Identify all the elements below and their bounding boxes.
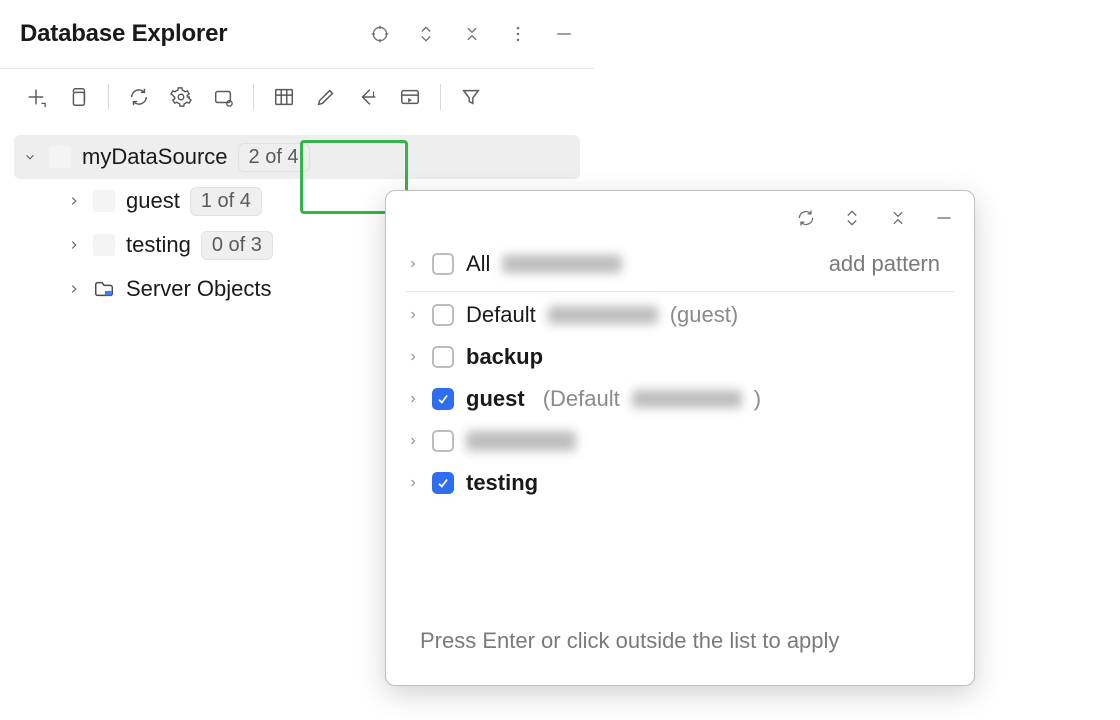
folder-icon [92, 277, 116, 301]
disconnect-icon[interactable] [209, 83, 237, 111]
checkbox[interactable] [432, 430, 454, 452]
chevron-right-icon[interactable] [406, 308, 420, 322]
tree-node-label: guest [126, 188, 180, 214]
separator [406, 291, 954, 292]
chevron-right-icon[interactable] [66, 193, 82, 209]
panel-header: Database Explorer [0, 0, 594, 69]
chevron-right-icon[interactable] [66, 281, 82, 297]
schema-count-badge[interactable]: 2 of 4 [238, 143, 310, 172]
checkbox[interactable] [432, 346, 454, 368]
toolbar-separator [440, 84, 441, 110]
checkbox[interactable] [432, 253, 454, 275]
checkbox[interactable] [432, 304, 454, 326]
popup-row-label: All [466, 251, 490, 277]
chevron-right-icon[interactable] [66, 237, 82, 253]
minimize-icon[interactable] [552, 22, 576, 46]
duplicate-icon[interactable] [64, 83, 92, 111]
popup-row-label: backup [466, 344, 543, 370]
tree-datasource-row[interactable]: myDataSource 2 of 4 [14, 135, 580, 179]
chevron-right-icon[interactable] [406, 257, 420, 271]
chevron-right-icon[interactable] [406, 476, 420, 490]
schema-icon [92, 189, 116, 213]
datasource-icon [48, 145, 72, 169]
settings-icon[interactable] [167, 83, 195, 111]
popup-footer-hint: Press Enter or click outside the list to… [386, 624, 974, 685]
popup-row-label: Default [466, 302, 536, 328]
chevron-right-icon[interactable] [406, 392, 420, 406]
popup-row-backup[interactable]: backup [406, 336, 954, 378]
redacted-text [632, 390, 742, 408]
chevron-down-icon[interactable] [22, 149, 38, 165]
checkbox-checked[interactable] [432, 472, 454, 494]
schema-selection-popup: All add pattern Default (guest) backup g… [385, 190, 975, 686]
minimize-icon[interactable] [932, 206, 956, 230]
schema-count-badge[interactable]: 0 of 3 [201, 231, 273, 260]
popup-row-label: testing [466, 470, 538, 496]
redacted-text [502, 255, 622, 273]
popup-body: All add pattern Default (guest) backup g… [386, 239, 974, 504]
tree-node-label: Server Objects [126, 276, 272, 302]
filter-icon[interactable] [457, 83, 485, 111]
schema-count-badge[interactable]: 1 of 4 [190, 187, 262, 216]
refresh-icon[interactable] [125, 83, 153, 111]
target-icon[interactable] [368, 22, 392, 46]
redacted-text [548, 306, 658, 324]
checkbox-checked[interactable] [432, 388, 454, 410]
popup-row-suffix: (guest) [670, 302, 738, 328]
refresh-icon[interactable] [794, 206, 818, 230]
expand-collapse-icon[interactable] [840, 206, 864, 230]
tree-node-label: myDataSource [82, 144, 228, 170]
jump-icon[interactable] [354, 83, 382, 111]
add-icon[interactable] [22, 83, 50, 111]
popup-toolbar [386, 191, 974, 239]
popup-row-all[interactable]: All [406, 243, 622, 285]
chevron-right-icon[interactable] [406, 350, 420, 364]
toolbar [0, 69, 594, 125]
redacted-text [466, 431, 576, 451]
expand-collapse-icon[interactable] [414, 22, 438, 46]
console-icon[interactable] [396, 83, 424, 111]
popup-row-default[interactable]: Default (guest) [406, 294, 954, 336]
popup-row-testing[interactable]: testing [406, 462, 954, 504]
panel-title: Database Explorer [20, 20, 368, 48]
popup-row-item[interactable] [406, 420, 954, 462]
header-toolbar [368, 22, 576, 46]
more-icon[interactable] [506, 22, 530, 46]
toolbar-separator [253, 84, 254, 110]
tree-node-label: testing [126, 232, 191, 258]
add-pattern-link[interactable]: add pattern [829, 251, 940, 277]
edit-icon[interactable] [312, 83, 340, 111]
popup-row-suffix: ) [754, 386, 761, 412]
table-icon[interactable] [270, 83, 298, 111]
chevron-right-icon[interactable] [406, 434, 420, 448]
popup-row-guest[interactable]: guest (Default ) [406, 378, 954, 420]
collapse-all-icon[interactable] [886, 206, 910, 230]
collapse-all-icon[interactable] [460, 22, 484, 46]
popup-row-suffix: (Default [543, 386, 620, 412]
schema-icon [92, 233, 116, 257]
popup-row-label: guest [466, 386, 525, 412]
toolbar-separator [108, 84, 109, 110]
